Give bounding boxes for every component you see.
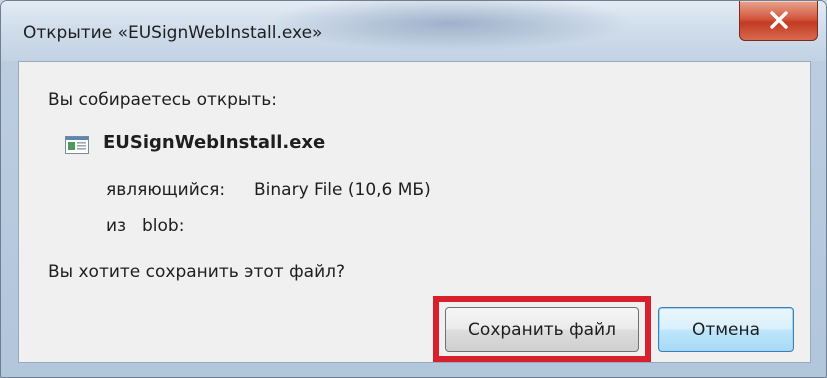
cancel-button[interactable]: Отмена (658, 307, 794, 352)
save-file-button[interactable]: Сохранить файл (445, 307, 639, 352)
save-question: Вы хотите сохранить этот файл? (48, 262, 346, 282)
file-source-label: из (106, 216, 127, 236)
file-source-value: blob: (142, 216, 185, 236)
title-bar[interactable]: Открытие «EUSignWebInstall.exe» (1, 1, 826, 61)
file-type-label: являющийся: (106, 180, 226, 200)
close-button[interactable] (739, 1, 818, 41)
dialog-content: Вы собираетесь открыть: EUSignWebInstall… (18, 61, 811, 363)
exe-file-icon (65, 136, 89, 154)
open-prompt: Вы собираетесь открыть: (48, 90, 278, 110)
file-type-value: Binary File (10,6 МБ) (254, 180, 431, 200)
close-icon (770, 11, 788, 29)
dialog-window: Открытие «EUSignWebInstall.exe» Вы собир… (0, 0, 827, 378)
file-name: EUSignWebInstall.exe (103, 132, 326, 153)
window-title: Открытие «EUSignWebInstall.exe» (23, 23, 323, 43)
